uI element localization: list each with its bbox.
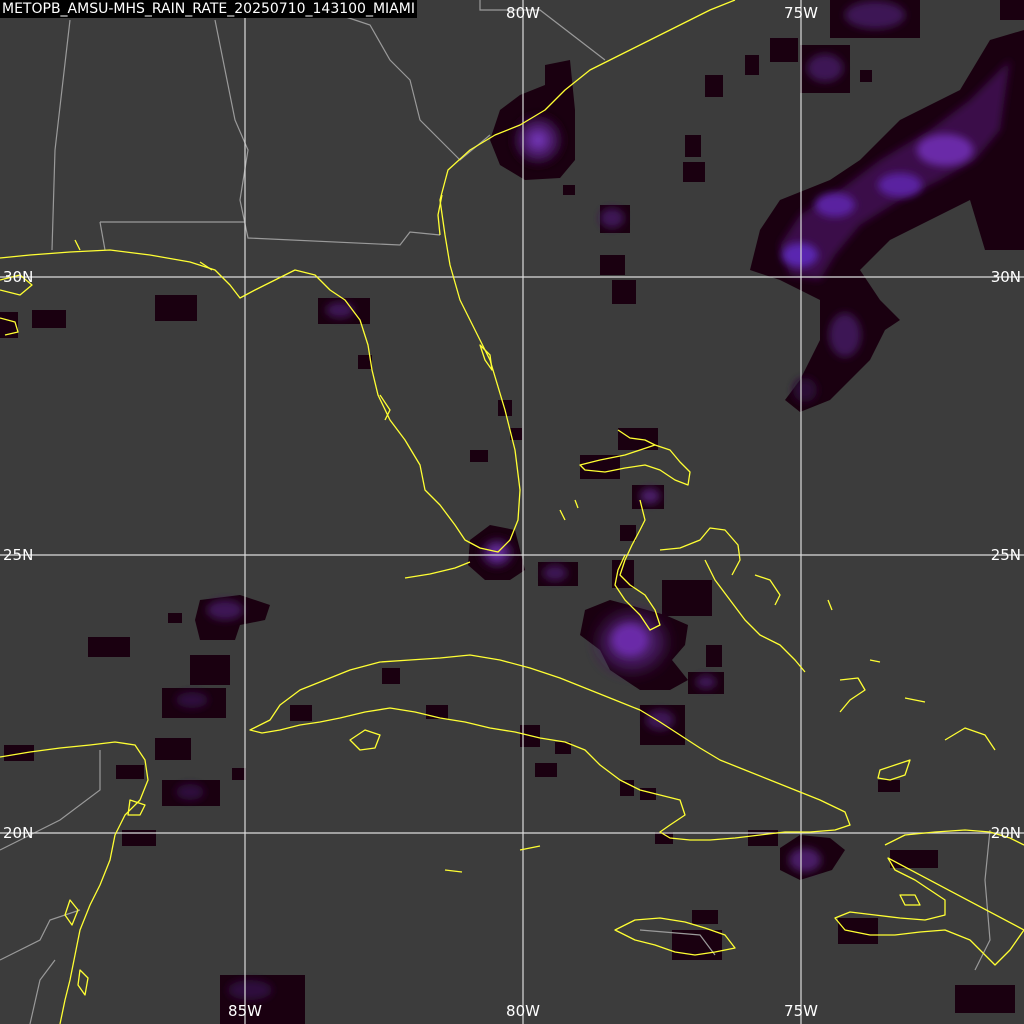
cuba-coastline	[249, 654, 851, 841]
lat-label-right-30n: 30N	[991, 268, 1021, 286]
yucatan-coastline	[0, 741, 149, 1024]
political-borders	[0, 0, 991, 1024]
product-title: METOPB_AMSU-MHS_RAIN_RATE_20250710_14310…	[0, 0, 417, 18]
lat-label-left-25n: 25N	[3, 546, 33, 564]
satellite-rain-rate-map: 80W 75W 85W 80W 75W 30N 25N 20N 30N 25N …	[0, 0, 1024, 1024]
lat-label-right-25n: 25N	[991, 546, 1021, 564]
map-canvas: 80W 75W 85W 80W 75W 30N 25N 20N 30N 25N …	[0, 0, 1024, 1024]
lon-label-top-80w: 80W	[506, 4, 540, 22]
lon-label-bottom-85w: 85W	[228, 1002, 262, 1020]
lat-label-left-30n: 30N	[3, 268, 33, 286]
florida-gulf-coastline	[0, 0, 736, 553]
lat-label-left-20n: 20N	[3, 824, 33, 842]
lon-label-top-75w: 75W	[784, 4, 818, 22]
lat-label-right-20n: 20N	[991, 824, 1021, 842]
lon-label-bottom-75w: 75W	[784, 1002, 818, 1020]
rain-band-northeast	[750, 30, 1024, 412]
rain-rate-overlay	[0, 0, 1024, 1024]
lon-label-bottom-80w: 80W	[506, 1002, 540, 1020]
